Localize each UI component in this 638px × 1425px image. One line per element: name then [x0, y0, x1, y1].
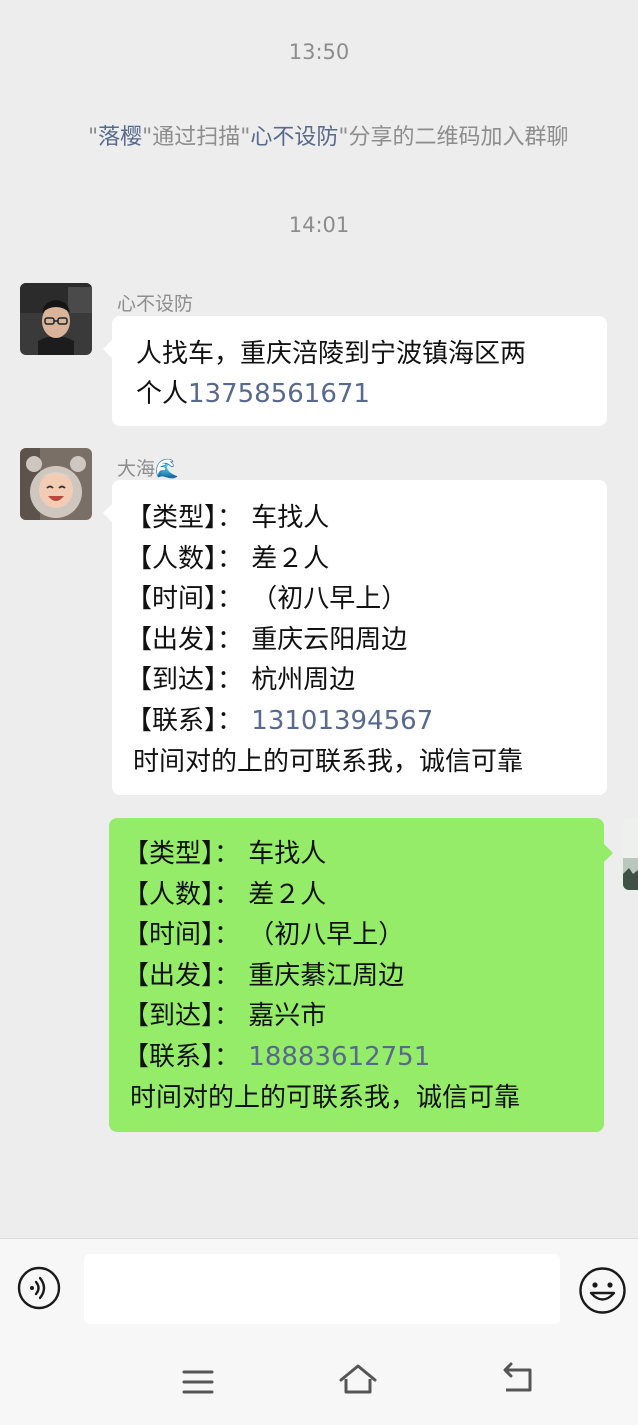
message-bubble[interactable]: 【类型】： 车找人 【人数】： 差２人 【时间】： （初八早上） 【出发】： 重…	[103, 480, 607, 795]
message-line: 【时间】： （初八早上）	[123, 920, 405, 951]
back-icon	[503, 1362, 532, 1392]
message-line: 【到达】： 嘉兴市	[123, 1001, 327, 1032]
message-line: 个人13758561671	[136, 379, 370, 409]
message-line: 【到达】： 杭州周边	[126, 665, 356, 696]
back-button[interactable]	[496, 1354, 540, 1398]
phone-link[interactable]: 13758561671	[188, 379, 370, 409]
voice-button[interactable]	[17, 1266, 61, 1310]
message-line: 【出发】： 重庆云阳周边	[126, 624, 408, 655]
emoji-button[interactable]	[578, 1266, 627, 1315]
phone-link[interactable]: 18883612751	[248, 1042, 430, 1072]
message-bubble[interactable]: 人找车，重庆涪陵到宁波镇海区两 个人13758561671	[103, 316, 607, 426]
message-line: 【出发】： 重庆綦江周边	[123, 960, 405, 991]
voice-icon	[17, 1266, 61, 1310]
message-line: 【人数】： 差２人	[126, 543, 330, 574]
message-line: 人找车，重庆涪陵到宁波镇海区两	[136, 339, 527, 369]
timestamp: 13:50	[288, 40, 350, 64]
timestamp: 14:01	[288, 213, 350, 237]
system-user-link[interactable]: 心不设防	[250, 125, 338, 150]
message-line: 【联系】： 18883612751	[123, 1041, 431, 1072]
home-icon	[339, 1364, 377, 1394]
message-line: 时间对的上的可联系我，诚信可靠	[130, 1082, 521, 1113]
message-line: 【联系】： 13101394567	[126, 705, 434, 736]
emoji-icon	[579, 1267, 626, 1314]
message-line: 【类型】： 车找人	[126, 503, 330, 533]
message-bubble[interactable]: 【类型】： 车找人 【人数】： 差２人 【时间】： （初八早上） 【出发】： 重…	[109, 818, 613, 1132]
message-line: 【类型】： 车找人	[123, 839, 327, 869]
man-avatar-photo	[20, 283, 92, 355]
home-button[interactable]	[336, 1354, 380, 1398]
system-user-link[interactable]: 落樱	[98, 125, 142, 150]
sender-avatar[interactable]	[20, 448, 92, 520]
toddler-avatar-photo	[20, 448, 92, 520]
sender-avatar[interactable]	[20, 283, 92, 355]
message-line: 【时间】： （初八早上）	[126, 584, 408, 615]
system-join-notice: "落樱"通过扫描"心不设防"分享的二维码加入群聊	[88, 125, 569, 150]
message-input[interactable]	[84, 1254, 560, 1324]
message-line: 【人数】： 差２人	[123, 879, 327, 910]
system-navigation-bar	[0, 1354, 638, 1414]
menu-button[interactable]	[176, 1354, 220, 1398]
my-avatar[interactable]	[623, 818, 638, 890]
phone-link[interactable]: 13101394567	[251, 706, 433, 736]
message-line: 时间对的上的可联系我，诚信可靠	[133, 746, 524, 777]
menu-icon	[182, 1370, 214, 1394]
sender-name: 心不设防	[117, 293, 194, 315]
chat-input-bar	[0, 1238, 638, 1425]
landscape-avatar-photo	[623, 818, 638, 890]
sender-name: 大海🌊	[117, 458, 179, 480]
